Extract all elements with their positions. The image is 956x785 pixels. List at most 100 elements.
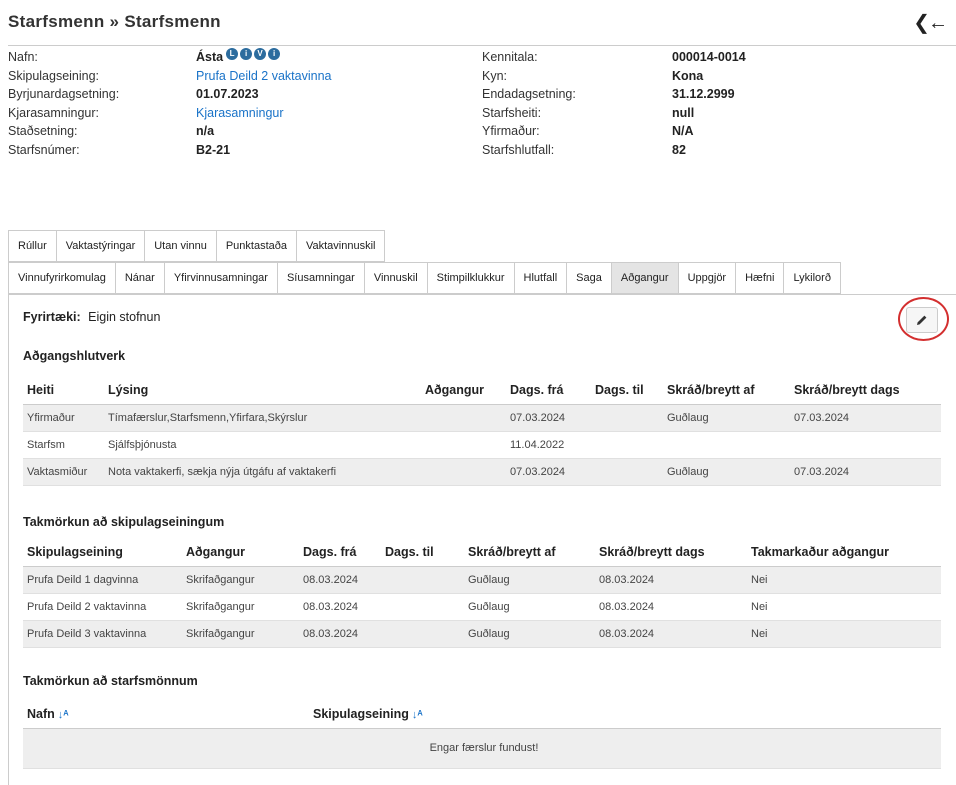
- tab-hlutfall[interactable]: Hlutfall: [513, 262, 568, 294]
- tab-r-llur[interactable]: Rúllur: [8, 230, 57, 262]
- table-cell: 08.03.2024: [595, 593, 747, 621]
- column-header: Skráð/breytt af: [663, 377, 790, 405]
- tab-saga[interactable]: Saga: [566, 262, 612, 294]
- info-value: 000014-0014: [672, 50, 746, 64]
- table-cell: Tímafærslur,Starfsmenn,Yfirfara,Skýrslur: [104, 404, 421, 432]
- table-row: Prufa Deild 3 vaktavinna Skrifaðgangur 08.…: [23, 620, 941, 648]
- info-row: Staðsetning: n/a: [8, 122, 332, 141]
- info-row: Skipulagseining: Prufa Deild 2 vaktavinna: [8, 67, 332, 86]
- column-header: Dags. frá: [506, 377, 591, 405]
- info-label: Kennitala:: [482, 50, 538, 64]
- tab-uppgj-r[interactable]: Uppgjör: [677, 262, 737, 294]
- info-badge-icon[interactable]: i: [240, 48, 253, 60]
- info-row: Kyn: Kona: [482, 67, 746, 86]
- info-row: Endadagsetning: 31.12.2999: [482, 85, 746, 104]
- table-cell: Guðlaug: [663, 458, 790, 486]
- column-header: Skipulagseining: [23, 539, 182, 567]
- table-cell: 08.03.2024: [595, 620, 747, 648]
- info-badge-icon[interactable]: V: [254, 48, 267, 60]
- info-row: Starfsheiti: null: [482, 104, 746, 123]
- info-badge-icon[interactable]: L: [226, 48, 239, 60]
- info-value-link[interactable]: Prufa Deild 2 vaktavinna: [196, 67, 332, 86]
- column-header-label: Lýsing: [108, 383, 149, 398]
- table-cell: Yfirmaður: [23, 404, 104, 432]
- table-row: Prufa Deild 1 dagvinna Skrifaðgangur 08.03…: [23, 566, 941, 594]
- edit-button[interactable]: [906, 307, 938, 333]
- tab-a-gangur[interactable]: Aðgangur: [610, 262, 679, 294]
- tab-vaktast-ringar[interactable]: Vaktastýringar: [55, 230, 146, 262]
- company-line: Fyrirtæki: Eigin stofnun: [23, 310, 160, 324]
- column-header-label: Aðgangur: [186, 545, 246, 560]
- info-row: Starfsnúmer: B2-21: [8, 141, 332, 160]
- column-header-label: Dags. til: [595, 383, 644, 398]
- tab-lykilor-[interactable]: Lykilorð: [783, 262, 841, 294]
- title-divider: [8, 45, 956, 46]
- tab-h-fni[interactable]: Hæfni: [735, 262, 785, 294]
- tab-utan-vinnu[interactable]: Utan vinnu: [144, 230, 217, 262]
- page-title: Starfsmenn » Starfsmenn: [8, 12, 221, 31]
- info-value: N/A: [672, 124, 694, 139]
- tab-vinnufyrirkomulag[interactable]: Vinnufyrirkomulag: [8, 262, 116, 294]
- table-cell: Skrifaðgangur: [182, 566, 299, 594]
- table-cell: [421, 431, 506, 459]
- table-cell: 08.03.2024: [299, 593, 381, 621]
- column-header-label: Dags. frá: [303, 545, 357, 560]
- info-row: Nafn: Ásta Li Vi: [8, 48, 332, 67]
- tab-stimpilklukkur[interactable]: Stimpilklukkur: [426, 262, 515, 294]
- table-row: Yfirmaður Tímafærslur,Starfsmenn,Yfirfara…: [23, 404, 941, 432]
- info-value: 82: [672, 142, 686, 157]
- table-cell: [591, 431, 663, 459]
- tabs-row-2: Vinnufyrirkomulag Nánar Yfirvinnusamningar…: [8, 262, 841, 294]
- tab-n-nar[interactable]: Nánar: [114, 262, 165, 294]
- column-header[interactable]: Skipulagseining ↓ᴬ: [309, 701, 941, 729]
- info-value: null: [672, 105, 695, 120]
- tab-s-usamningar[interactable]: Síusamningar: [276, 262, 365, 294]
- table-row: Starfsm Sjálfsþjónusta 11.04.2022: [23, 431, 941, 459]
- sort-alpha-icon[interactable]: ↓ᴬ: [412, 709, 423, 721]
- column-header-label: Aðgangur: [425, 383, 485, 398]
- info-badge-icon[interactable]: i: [268, 48, 281, 60]
- roles-section-title: Aðgangshlutverk: [23, 349, 126, 363]
- roles-table: Heiti Lýsing Aðgangur Dags. frá Dags. til Skr…: [23, 377, 941, 486]
- table-cell: Vaktasmiður: [23, 458, 104, 486]
- column-header: Dags. til: [591, 377, 663, 405]
- table-cell: 07.03.2024: [506, 458, 591, 486]
- tab-punktasta-a[interactable]: Punktastaða: [215, 230, 297, 262]
- table-cell: Skrifaðgangur: [182, 620, 299, 648]
- column-header-label: Skipulagseining: [27, 545, 123, 560]
- empty-row: Engar færslur fundust!: [23, 728, 941, 769]
- sort-alpha-icon[interactable]: ↓ᴬ: [58, 709, 69, 721]
- table-cell: Guðlaug: [464, 593, 595, 621]
- column-header-label: Takmarkaður aðgangur: [751, 545, 890, 560]
- pencil-icon: [917, 315, 927, 325]
- column-header: Skráð/breytt dags: [790, 377, 941, 405]
- tab-yfirvinnusamningar[interactable]: Yfirvinnusamningar: [163, 262, 278, 294]
- table-cell: Skrifaðgangur: [182, 593, 299, 621]
- table-cell: [421, 458, 506, 486]
- table-cell: [790, 431, 941, 459]
- tab-vinnuskil[interactable]: Vinnuskil: [363, 262, 428, 294]
- info-label: Endadagsetning:: [482, 87, 576, 102]
- table-row: Vaktasmiður Nota vaktakerfi, sækja nýja ú…: [23, 458, 941, 486]
- column-header-label: Skráð/breytt dags: [794, 383, 900, 398]
- info-label: Starfsheiti:: [482, 105, 542, 120]
- company-value: Eigin stofnun: [88, 310, 161, 324]
- info-value-link[interactable]: Kjarasamningur: [196, 104, 284, 123]
- status-badges: LiVi: [226, 48, 281, 67]
- table-cell: Nei: [747, 566, 941, 594]
- column-header-label: Skráð/breytt af: [468, 545, 556, 560]
- company-label: Fyrirtæki:: [23, 310, 81, 324]
- info-label: Skipulagseining:: [8, 68, 100, 83]
- double-chevron-left-arrow-icon[interactable]: ❮←: [913, 10, 948, 35]
- access-panel: Fyrirtæki: Eigin stofnun Aðgangshlutverk…: [8, 294, 956, 785]
- column-header: Dags. til: [381, 539, 464, 567]
- table-row: Prufa Deild 2 vaktavinna Skrifaðgangur 08.…: [23, 593, 941, 621]
- units-section-title: Takmörkun að skipulagseiningum: [23, 515, 225, 529]
- info-value: n/a: [196, 124, 215, 139]
- column-header[interactable]: Nafn ↓ᴬ: [23, 701, 309, 729]
- table-cell: [591, 404, 663, 432]
- column-header-label: Heiti: [27, 383, 55, 398]
- info-row: Starfshlutfall: 82: [482, 141, 746, 160]
- info-value: Kona: [672, 68, 704, 83]
- tab-vaktavinnuskil[interactable]: Vaktavinnuskil: [295, 230, 386, 262]
